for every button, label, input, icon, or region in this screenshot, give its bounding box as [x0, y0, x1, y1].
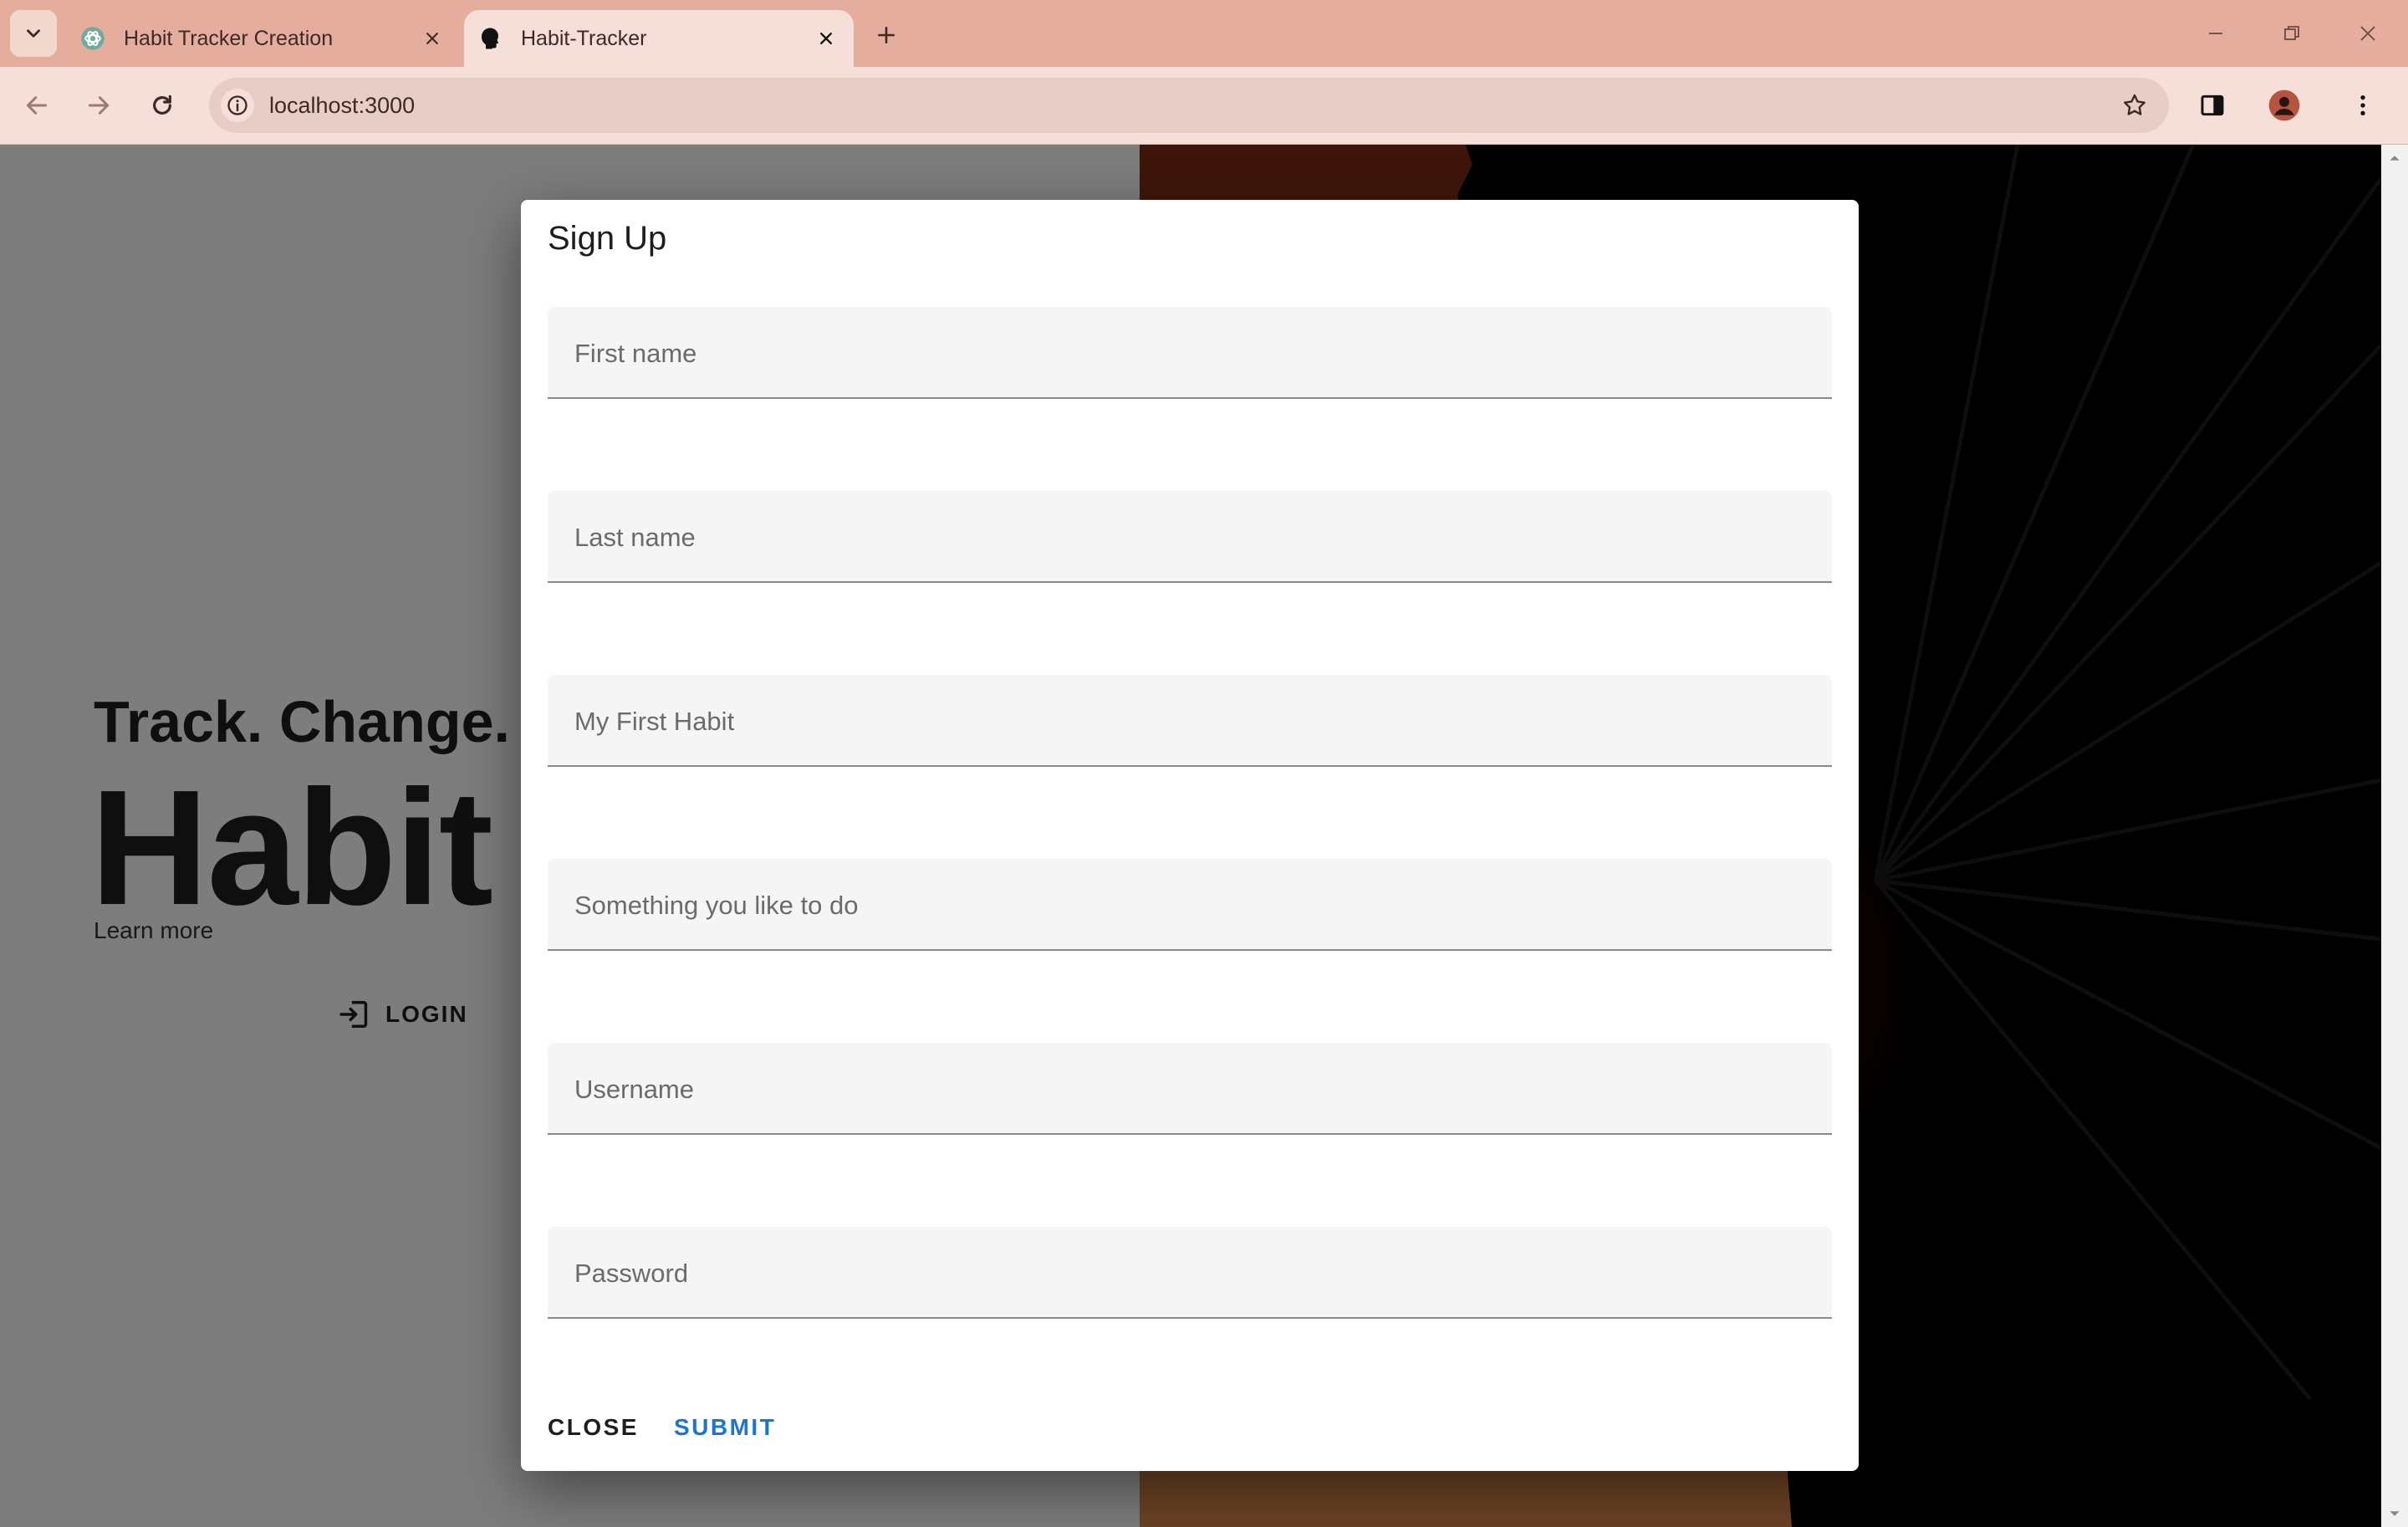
last-name-input[interactable]: [548, 491, 1832, 581]
dialog-title: Sign Up: [548, 220, 667, 257]
back-button[interactable]: [15, 84, 59, 127]
tab-close-button[interactable]: [812, 24, 840, 53]
close-icon: [426, 33, 438, 44]
address-bar[interactable]: localhost:3000: [209, 78, 2169, 133]
close-icon: [2360, 26, 2375, 41]
first-name-field[interactable]: First name: [548, 307, 1832, 399]
tab-habit-tracker-creation[interactable]: Habit Tracker Creation: [67, 10, 460, 67]
close-icon: [820, 33, 832, 44]
browser-toolbar: localhost:3000: [0, 67, 2408, 145]
password-field[interactable]: Password: [548, 1227, 1832, 1319]
more-vertical-icon: [2360, 95, 2365, 115]
triangle-up-icon: [2390, 156, 2400, 161]
new-tab-button[interactable]: [868, 17, 905, 54]
scroll-up-button[interactable]: [2381, 145, 2408, 171]
openai-logo-icon: [81, 27, 105, 50]
info-icon: [227, 95, 247, 115]
forward-button[interactable]: [77, 84, 120, 127]
submit-button[interactable]: SUBMIT: [664, 1406, 786, 1449]
restore-button[interactable]: [2254, 12, 2329, 55]
tab-habit-tracker[interactable]: Habit-Tracker: [464, 10, 854, 67]
minimize-button[interactable]: [2178, 12, 2253, 55]
tab-title: Habit-Tracker: [521, 26, 647, 50]
close-button[interactable]: CLOSE: [538, 1406, 649, 1449]
username-input[interactable]: [548, 1043, 1832, 1133]
tab-title: Habit Tracker Creation: [124, 26, 334, 50]
password-input[interactable]: [548, 1227, 1832, 1317]
dialog-actions: CLOSE SUBMIT: [538, 1406, 786, 1449]
restore-icon: [2284, 26, 2299, 40]
sign-up-dialog: Sign Up First name Last name My First Ha…: [521, 200, 1859, 1471]
habit-description-input[interactable]: [548, 859, 1832, 949]
reload-button[interactable]: [140, 84, 184, 127]
side-panel-icon: [2201, 94, 2224, 116]
profile-button[interactable]: [2263, 84, 2306, 127]
bookmark-star-button[interactable]: [2117, 88, 2152, 123]
chevron-down-icon: [27, 29, 40, 38]
scroll-down-button[interactable]: [2381, 1500, 2408, 1527]
avatar-icon: [2268, 89, 2300, 121]
site-info-button[interactable]: [221, 89, 254, 122]
last-name-field[interactable]: Last name: [548, 491, 1832, 583]
first-habit-input[interactable]: [548, 675, 1832, 765]
window-close-button[interactable]: [2330, 12, 2405, 55]
minimize-icon: [2209, 33, 2222, 34]
page-scrollbar[interactable]: [2381, 145, 2408, 1527]
browser-menu-button[interactable]: [2341, 84, 2385, 127]
head-silhouette-icon: [482, 28, 499, 49]
url-text: localhost:3000: [269, 93, 416, 118]
arrow-right-icon: [88, 96, 110, 115]
browser-tab-bar: Habit Tracker Creation Habit-Tracker: [0, 0, 2408, 67]
reload-icon: [153, 94, 171, 115]
habit-description-field[interactable]: Something you like to do: [548, 859, 1832, 951]
side-panel-button[interactable]: [2191, 84, 2234, 127]
star-icon: [2124, 94, 2145, 115]
tab-search-button[interactable]: [10, 10, 57, 57]
arrow-left-icon: [26, 96, 48, 115]
plus-icon: [878, 27, 895, 43]
first-habit-field[interactable]: My First Habit: [548, 675, 1832, 767]
tab-close-button[interactable]: [418, 24, 446, 53]
username-field[interactable]: Username: [548, 1043, 1832, 1135]
triangle-down-icon: [2390, 1511, 2400, 1516]
first-name-input[interactable]: [548, 307, 1832, 397]
